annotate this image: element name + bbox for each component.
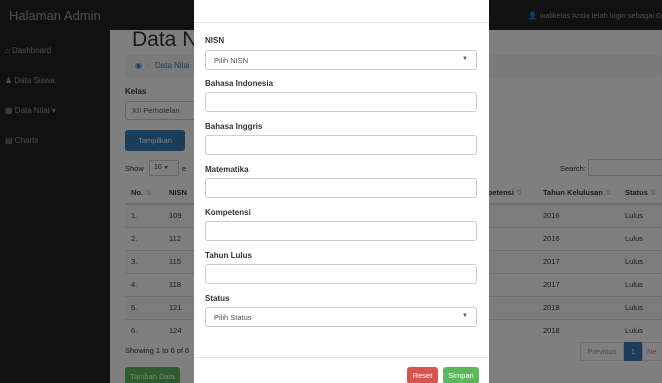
- modal-footer-divider: [194, 357, 489, 358]
- status-label: Status: [205, 294, 230, 303]
- kompetensi-input[interactable]: [205, 221, 477, 241]
- modal-header-divider: [194, 22, 489, 23]
- simpan-button[interactable]: Simpan: [443, 367, 479, 383]
- kompetensi-label: Kompetensi: [205, 208, 251, 217]
- reset-button[interactable]: Reset: [407, 367, 438, 383]
- matematika-label: Matematika: [205, 165, 249, 174]
- nisn-label: NISN: [205, 36, 225, 45]
- nisn-select[interactable]: Pilih NISN ▼: [205, 50, 477, 70]
- status-select[interactable]: Pilih Status ▼: [205, 307, 477, 327]
- tahun-lulus-label: Tahun Lulus: [205, 251, 252, 260]
- caret-down-icon: ▼: [462, 313, 468, 319]
- bahasa-indonesia-label: Bahasa Indonesia: [205, 79, 274, 88]
- matematika-input[interactable]: [205, 178, 477, 198]
- tahun-lulus-input[interactable]: [205, 264, 477, 284]
- bahasa-inggris-label: Bahasa Inggris: [205, 122, 263, 131]
- caret-down-icon: ▼: [462, 56, 468, 62]
- bahasa-inggris-input[interactable]: [205, 135, 477, 155]
- add-nilai-modal: NISN Pilih NISN ▼ Bahasa Indonesia Bahas…: [194, 0, 489, 383]
- bahasa-indonesia-input[interactable]: [205, 92, 477, 112]
